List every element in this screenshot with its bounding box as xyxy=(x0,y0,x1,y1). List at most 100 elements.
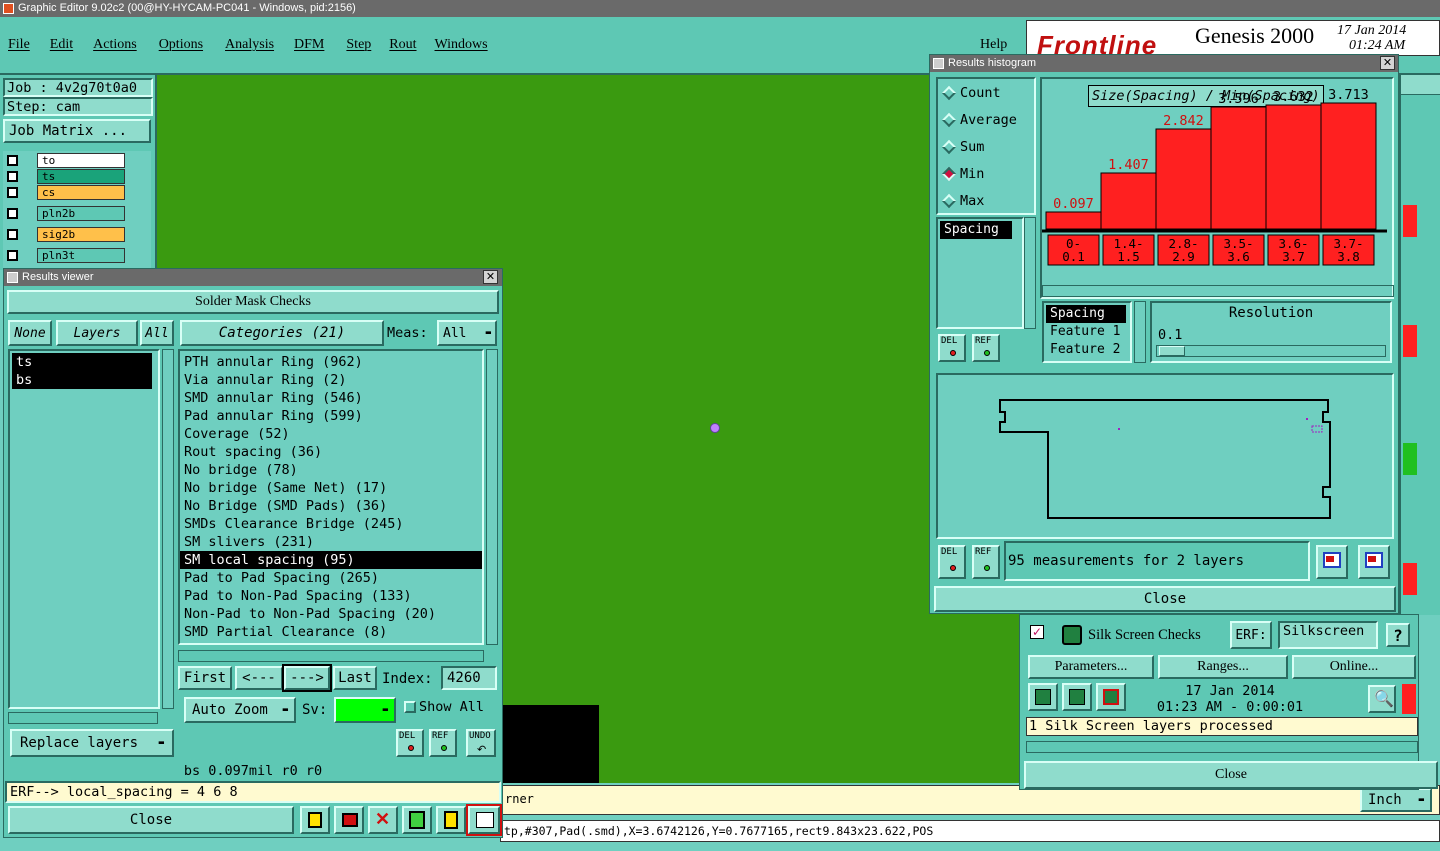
menu-edit[interactable]: Edit xyxy=(50,37,73,53)
measure-list[interactable]: Spacing xyxy=(936,217,1024,329)
categories-button[interactable]: Categories (21) xyxy=(180,320,384,346)
run-list-icon[interactable] xyxy=(1096,683,1126,711)
notes-icon[interactable] xyxy=(436,806,466,834)
measure-tool-icon[interactable] xyxy=(300,806,330,834)
result-layer-bs[interactable]: bs xyxy=(12,371,152,389)
hist-del-button[interactable]: DEL xyxy=(938,334,966,362)
first-button[interactable]: First xyxy=(178,666,232,690)
show-all-checkbox[interactable] xyxy=(404,701,416,713)
help-menu[interactable]: Help xyxy=(980,37,1007,53)
board-preview[interactable] xyxy=(936,373,1394,539)
ref-button[interactable]: REF xyxy=(429,729,457,757)
del-button[interactable]: DEL xyxy=(396,729,424,757)
layer-item-sig2b[interactable]: sig2b xyxy=(37,227,125,242)
ranges-button[interactable]: Ranges... xyxy=(1158,655,1288,679)
menu-rout[interactable]: Rout xyxy=(389,37,416,53)
mode-sum[interactable]: Sum xyxy=(938,133,1034,160)
zoom-fit-icon[interactable] xyxy=(1316,545,1348,579)
layer-checkbox[interactable] xyxy=(7,208,18,219)
layer-checkbox[interactable] xyxy=(7,171,18,182)
category-item[interactable]: Coverage (52) xyxy=(180,425,482,443)
mode-min[interactable]: Min xyxy=(938,160,1034,187)
prev-button[interactable]: <--- xyxy=(235,666,283,690)
online-button[interactable]: Online... xyxy=(1292,655,1416,679)
category-item[interactable]: SM local spacing (95) xyxy=(180,551,482,569)
measure-item[interactable]: Spacing xyxy=(940,221,1012,239)
erf-select[interactable]: Silkscreen xyxy=(1278,621,1378,649)
run-icon[interactable] xyxy=(1028,683,1058,711)
layer-checkbox[interactable] xyxy=(7,250,18,261)
category-item[interactable]: No bridge (Same Net) (17) xyxy=(180,479,482,497)
menu-analysis[interactable]: Analysis xyxy=(225,37,274,53)
resolution-slider-thumb[interactable] xyxy=(1159,346,1185,356)
mode-count[interactable]: Count xyxy=(938,79,1034,106)
menu-file[interactable]: File xyxy=(8,37,30,53)
spacing-item[interactable]: Spacing xyxy=(1046,305,1126,323)
category-list-scrollbar[interactable] xyxy=(486,349,498,645)
category-item[interactable]: SMD Partial Clearance (8) xyxy=(180,623,482,641)
resolution-slider[interactable] xyxy=(1156,345,1386,357)
help-button[interactable]: ? xyxy=(1386,623,1410,647)
mode-max[interactable]: Max xyxy=(938,187,1034,214)
all-button[interactable]: All xyxy=(140,320,174,346)
category-item[interactable]: Pad annular Ring (599) xyxy=(180,407,482,425)
mode-average[interactable]: Average xyxy=(938,106,1034,133)
sv-color-select[interactable]: ▬ xyxy=(334,697,396,723)
category-item[interactable]: Pad to Non-Pad Spacing (133) xyxy=(180,587,482,605)
category-item[interactable]: Rout spacing (36) xyxy=(180,443,482,461)
units-select[interactable]: Inch ▬ xyxy=(1360,788,1432,812)
spacing-item[interactable]: Feature 2 xyxy=(1046,341,1126,359)
layer-item-pln2b[interactable]: pln2b xyxy=(37,206,125,221)
menu-options[interactable]: Options xyxy=(159,37,203,53)
layer-checkbox[interactable] xyxy=(7,187,18,198)
layer-checkbox[interactable] xyxy=(7,155,18,166)
spacing-feature-list[interactable]: Spacing Feature 1 Feature 2 xyxy=(1042,301,1132,363)
next-button[interactable]: ---> xyxy=(282,664,332,692)
category-list[interactable]: PTH annular Ring (962) Via annular Ring (… xyxy=(178,349,484,645)
measure-list-scrollbar[interactable] xyxy=(1024,217,1036,329)
preview-ref-button[interactable]: REF xyxy=(972,545,1000,579)
spacing-list-scrollbar[interactable] xyxy=(1134,301,1146,363)
magnify-icon[interactable]: 🔍 xyxy=(1368,685,1396,713)
last-button[interactable]: Last xyxy=(333,666,377,690)
none-button[interactable]: None xyxy=(8,320,52,346)
layer-item-pln3t[interactable]: pln3t xyxy=(37,248,125,263)
preview-del-button[interactable]: DEL xyxy=(938,545,966,579)
layer-list-hscroll[interactable] xyxy=(8,712,158,724)
delete-report-icon[interactable]: ✕ xyxy=(368,806,398,834)
hist-ref-button[interactable]: REF xyxy=(972,334,1000,362)
category-item[interactable]: Pad to Pad Spacing (265) xyxy=(180,569,482,587)
layer-list-scrollbar[interactable] xyxy=(162,349,174,709)
menu-step[interactable]: Step xyxy=(346,37,371,53)
undo-button[interactable]: UNDO ↶ xyxy=(466,729,496,757)
layer-item-cs[interactable]: cs xyxy=(37,185,125,200)
layer-results-list[interactable]: ts bs xyxy=(8,349,160,709)
silk-enable-checkbox[interactable]: ✓ xyxy=(1030,625,1044,639)
auto-zoom-select[interactable]: Auto Zoom ▬ xyxy=(184,697,296,723)
menu-dfm[interactable]: DFM xyxy=(294,37,324,53)
category-item[interactable]: Non-Pad to Non-Pad Spacing (20) xyxy=(180,605,482,623)
histogram-close-button[interactable]: Close xyxy=(934,586,1396,612)
category-item[interactable]: SMD annular Ring (546) xyxy=(180,389,482,407)
run-all-icon[interactable] xyxy=(1062,683,1092,711)
layer-checkbox[interactable] xyxy=(7,229,18,240)
compare-icon[interactable] xyxy=(402,806,432,834)
chart-hscroll[interactable] xyxy=(1042,285,1394,297)
category-list-hscroll[interactable] xyxy=(178,650,484,662)
histogram-icon[interactable] xyxy=(466,804,502,836)
meas-select[interactable]: All ▬ xyxy=(437,320,497,346)
category-item[interactable]: Via annular Ring (2) xyxy=(180,371,482,389)
category-item[interactable]: No bridge (78) xyxy=(180,461,482,479)
silk-close-button[interactable]: Close xyxy=(1024,761,1438,789)
replace-layers-select[interactable]: Replace layers ▬ xyxy=(10,729,174,757)
close-icon[interactable]: ✕ xyxy=(1380,56,1395,70)
report-icon[interactable] xyxy=(334,806,364,834)
zoom-area-icon[interactable] xyxy=(1358,545,1390,579)
layer-item-ts[interactable]: ts xyxy=(37,169,125,184)
job-matrix-button[interactable]: Job Matrix ... xyxy=(3,119,151,143)
result-layer-ts[interactable]: ts xyxy=(12,353,152,371)
category-item[interactable]: SM slivers (231) xyxy=(180,533,482,551)
layer-item-to[interactable]: to xyxy=(37,153,125,168)
menu-actions[interactable]: Actions xyxy=(93,37,137,53)
category-item[interactable]: PTH annular Ring (962) xyxy=(180,353,482,371)
